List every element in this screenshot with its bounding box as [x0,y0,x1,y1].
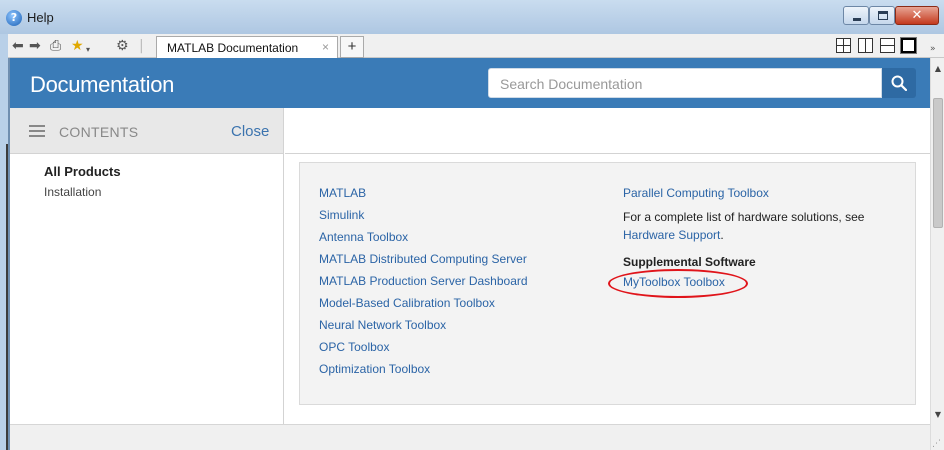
highlight-circle: MyToolbox Toolbox [608,269,748,298]
hardware-note: For a complete list of hardware solution… [623,208,864,244]
window-titlebar: ? Help ✕ [0,0,944,34]
contents-sidebar: All Products Installation [10,154,284,450]
product-link-parallel-computing[interactable]: Parallel Computing Toolbox [623,182,864,204]
hardware-note-period: . [720,228,724,242]
overflow-chevron-icon[interactable]: » [930,41,936,57]
sidebar-item-installation[interactable]: Installation [44,185,101,199]
product-link[interactable]: Model-Based Calibration Toolbox [319,292,528,314]
chevron-down-icon[interactable]: ▾ [86,42,90,58]
product-link[interactable]: MATLAB Production Server Dashboard [319,270,528,292]
minimize-icon [853,18,861,21]
close-contents-link[interactable]: Close [231,123,269,140]
scroll-up-arrow-icon[interactable]: ▲ [931,62,944,76]
main-content: MATLAB Simulink Antenna Toolbox MATLAB D… [285,154,930,450]
maximize-icon [878,11,888,20]
tab-label: MATLAB Documentation [167,41,299,55]
layout-single-icon[interactable] [901,38,916,53]
products-column-left: MATLAB Simulink Antenna Toolbox MATLAB D… [319,182,528,380]
scrollbar-thumb[interactable] [933,98,943,228]
browser-content: Documentation Search Documentation CONTE… [10,58,930,450]
resize-grip-icon[interactable]: ⋰ [932,438,941,449]
product-link[interactable]: Neural Network Toolbox [319,314,528,336]
product-link[interactable]: OPC Toolbox [319,336,528,358]
back-icon[interactable]: ⬅ [12,38,24,54]
hamburger-menu-icon[interactable] [29,125,45,137]
contents-label[interactable]: CONTENTS [59,124,138,140]
products-column-right: Parallel Computing Toolbox For a complet… [608,182,864,298]
print-icon[interactable]: ⎙ [50,38,61,54]
product-link[interactable]: MATLAB Distributed Computing Server [319,248,528,270]
hardware-support-link[interactable]: Hardware Support [623,228,720,242]
tab-matlab-documentation[interactable]: MATLAB Documentation × [156,36,338,58]
sidebar-item-all-products[interactable]: All Products [44,164,121,179]
minimize-button[interactable] [843,6,869,25]
status-bar [10,424,930,450]
forward-icon[interactable]: ➡ [29,38,41,54]
maximize-button[interactable] [869,6,895,25]
page-title[interactable]: Documentation [30,72,174,98]
product-link[interactable]: Simulink [319,204,528,226]
contents-bar: CONTENTS Close [10,108,284,154]
tab-close-icon[interactable]: × [322,40,329,54]
search-button[interactable] [882,68,916,98]
layout-horizontal-split-icon[interactable] [880,38,895,53]
product-link[interactable]: Optimization Toolbox [319,358,528,380]
supplemental-software-heading: Supplemental Software [623,255,756,269]
product-link[interactable]: MATLAB [319,182,528,204]
products-panel: MATLAB Simulink Antenna Toolbox MATLAB D… [299,162,916,405]
documentation-header: Documentation Search Documentation [10,58,930,108]
hardware-note-text: For a complete list of hardware solution… [623,210,865,224]
new-tab-button[interactable]: + [340,36,364,58]
layout-vertical-split-icon[interactable] [858,38,873,53]
content-top-strip [285,108,930,154]
toolbar-divider: | [139,38,144,54]
browser-toolbar: ⬅ ➡ ⎙ ★ ▾ ⚙ | MATLAB Documentation × + » [8,34,944,58]
help-app-icon: ? [6,10,22,26]
close-window-button[interactable]: ✕ [895,6,939,25]
close-icon: ✕ [911,8,923,23]
vertical-scrollbar[interactable]: ▲ ▼ [930,58,944,450]
settings-gear-icon[interactable]: ⚙ [116,38,129,54]
window-frame-left [0,34,8,450]
scroll-down-arrow-icon[interactable]: ▼ [931,408,944,422]
layout-grid-icon[interactable] [836,38,851,53]
search-icon [891,75,907,91]
window-title: Help [27,10,54,25]
mytoolbox-toolbox-link[interactable]: MyToolbox Toolbox [623,271,725,293]
search-input[interactable]: Search Documentation [488,68,882,98]
product-link[interactable]: Antenna Toolbox [319,226,528,248]
favorites-star-icon[interactable]: ★ [71,38,84,54]
